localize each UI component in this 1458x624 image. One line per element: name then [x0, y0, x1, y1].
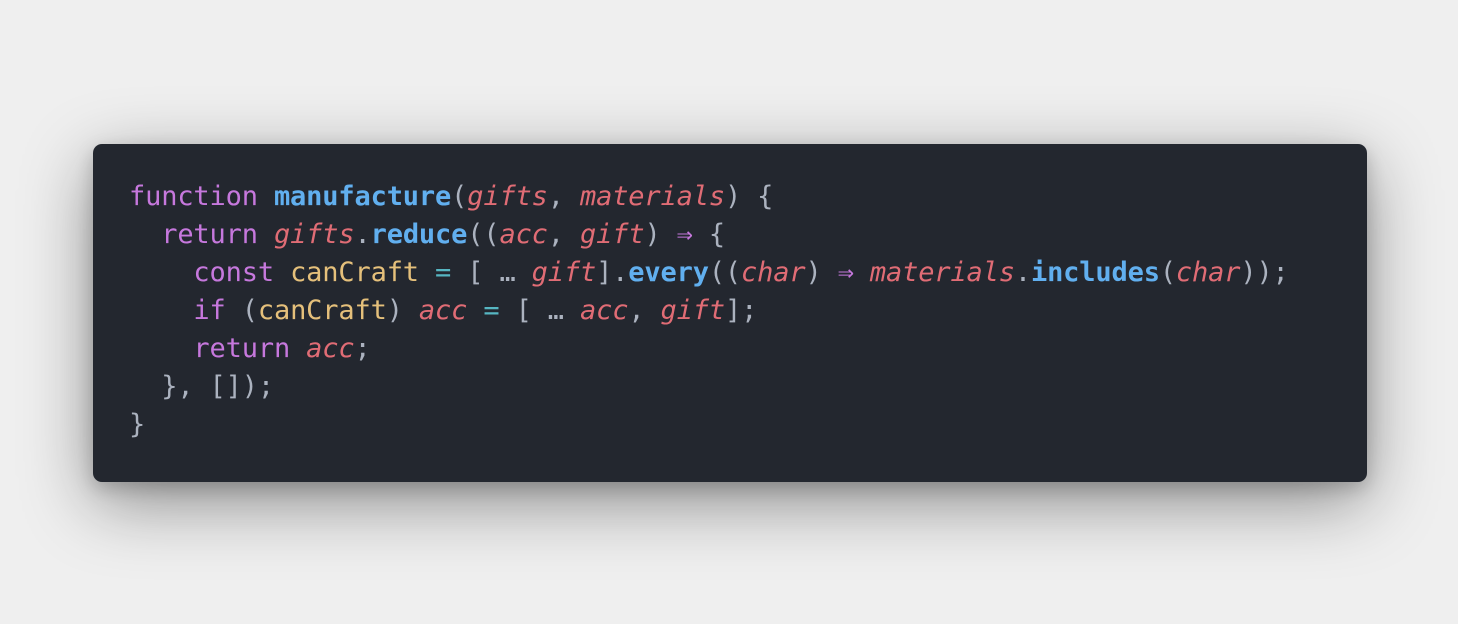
code-line-2: return gifts.reduce((acc, gift) ⇒ { [129, 216, 1367, 254]
parameter-token: gifts [467, 181, 548, 212]
code-line-1: function manufacture(gifts, materials) { [129, 178, 1367, 216]
parameter-token: gift [580, 219, 645, 250]
punctuation-token: )); [1240, 257, 1289, 288]
parameter-token: acc [306, 333, 355, 364]
punctuation-token: ( [1159, 257, 1176, 288]
keyword-token: function [129, 181, 258, 212]
punctuation-token: [ … [515, 295, 580, 326]
code-line-4: if (canCraft) acc = [ … acc, gift]; [129, 292, 1367, 330]
punctuation-token: ) [386, 295, 419, 326]
variable-token: canCraft [257, 295, 387, 326]
punctuation-token: (( [708, 257, 742, 288]
punctuation-token: , [547, 219, 581, 250]
parameter-token: gifts [273, 219, 355, 250]
punctuation-token: } [129, 409, 146, 440]
operator-token: = [483, 295, 500, 326]
punctuation-token: . [354, 219, 371, 250]
punctuation-token: . [1014, 257, 1031, 288]
punctuation-token: }, []); [161, 371, 274, 402]
method-name-token: includes [1030, 257, 1160, 288]
parameter-token: materials [869, 257, 1015, 288]
punctuation-token: ( [451, 181, 468, 212]
indent-token [129, 295, 193, 326]
method-name-token: reduce [370, 219, 468, 250]
indent-token [129, 371, 161, 402]
punctuation-token: ]; [724, 295, 758, 326]
keyword-token: const [193, 257, 274, 288]
code-line-7: } [129, 406, 1367, 444]
keyword-token: return [193, 333, 291, 364]
parameter-token: materials [579, 181, 725, 212]
code-snippet-card: function manufacture(gifts, materials) {… [93, 144, 1367, 482]
punctuation-token: [ … [467, 257, 532, 288]
indent-token [129, 257, 193, 288]
indent-token [129, 333, 193, 364]
code-block: function manufacture(gifts, materials) {… [129, 178, 1367, 444]
keyword-token: return [161, 219, 258, 250]
parameter-token: char [741, 257, 806, 288]
punctuation-token: (( [467, 219, 500, 250]
code-line-3: const canCraft = [ … gift].every((char) … [129, 254, 1367, 292]
parameter-token: acc [499, 219, 548, 250]
parameter-token: gift [531, 257, 597, 288]
code-line-6: }, []); [129, 368, 1367, 406]
punctuation-token: ) [805, 257, 838, 288]
punctuation-token: ; [354, 333, 371, 364]
punctuation-token: ) { [724, 181, 774, 212]
parameter-token: acc [418, 295, 468, 326]
function-name-token: manufacture [273, 181, 452, 212]
keyword-token: if [193, 295, 226, 326]
punctuation-token: ( [225, 295, 258, 326]
punctuation-token: { [692, 219, 725, 250]
indent-token [129, 219, 161, 250]
punctuation-token: ) [644, 219, 677, 250]
parameter-token: acc [580, 295, 629, 326]
arrow-operator-token: ⇒ [676, 219, 693, 250]
arrow-operator-token: ⇒ [837, 257, 854, 288]
parameter-token: char [1175, 257, 1241, 288]
punctuation-token: , [547, 181, 580, 212]
punctuation-token: ]. [596, 257, 629, 288]
parameter-token: gift [660, 295, 726, 326]
code-line-5: return acc; [129, 330, 1367, 368]
punctuation-token: , [628, 295, 661, 326]
operator-token: = [435, 257, 452, 288]
variable-token: canCraft [290, 257, 419, 288]
method-name-token: every [628, 257, 709, 288]
